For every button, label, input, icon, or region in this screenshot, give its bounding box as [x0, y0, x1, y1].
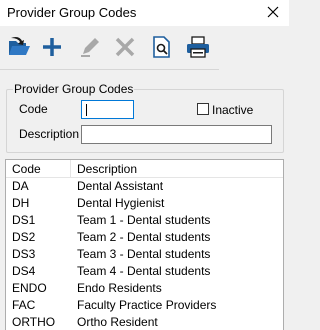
cell-code: DA [12, 179, 29, 193]
cell-code: DS3 [12, 247, 36, 261]
column-header-description[interactable]: Description [77, 162, 137, 176]
delete-icon [115, 37, 135, 57]
toolbar-divider [0, 69, 219, 70]
add-icon [43, 38, 61, 56]
table-row[interactable]: FAC Faculty Practice Providers [6, 296, 283, 313]
groupbox-title: Provider Group Codes [13, 82, 135, 96]
edit-button[interactable] [75, 32, 105, 62]
close-icon [267, 6, 279, 18]
cell-code: FAC [12, 298, 36, 312]
cell-description: Team 3 - Dental students [77, 247, 211, 261]
table-row[interactable]: ENDO Endo Residents [6, 279, 283, 296]
title-bar: Provider Group Codes [0, 0, 289, 26]
inactive-label[interactable]: Inactive [212, 103, 253, 117]
cell-description: Team 1 - Dental students [77, 213, 211, 227]
table-row[interactable]: DH Dental Hygienist [6, 194, 283, 211]
text-caret [86, 104, 87, 116]
cell-code: DH [12, 196, 30, 210]
description-label: Description [19, 127, 80, 141]
add-button[interactable] [37, 32, 67, 62]
cell-description: Ortho Resident [77, 315, 158, 329]
cell-description: Team 2 - Dental students [77, 230, 211, 244]
cell-code: DS4 [12, 264, 36, 278]
cell-code: DS1 [12, 213, 36, 227]
description-input[interactable] [81, 125, 272, 144]
table-row[interactable]: DS3 Team 3 - Dental students [6, 245, 283, 262]
cell-code: ORTHO [12, 315, 56, 329]
column-header-code[interactable]: Code [12, 162, 41, 176]
delete-button[interactable] [110, 32, 140, 62]
table-header: Code Description [6, 160, 283, 178]
cell-description: Dental Assistant [77, 179, 164, 193]
cell-description: Dental Hygienist [77, 196, 165, 210]
table-row[interactable]: ORTHO Ortho Resident [6, 313, 283, 330]
column-divider[interactable] [70, 160, 71, 177]
cell-code: DS2 [12, 230, 36, 244]
close-button[interactable] [262, 2, 284, 22]
table-row[interactable]: DS4 Team 4 - Dental students [6, 262, 283, 279]
print-icon [187, 36, 209, 58]
print-button[interactable] [183, 32, 213, 62]
table-row[interactable]: DS2 Team 2 - Dental students [6, 228, 283, 245]
cell-description: Endo Residents [77, 281, 162, 295]
cell-description: Faculty Practice Providers [77, 298, 217, 312]
table-row[interactable]: DA Dental Assistant [6, 177, 283, 194]
codes-table[interactable]: Code Description DA Dental Assistant DH … [5, 159, 284, 330]
open-button[interactable] [4, 32, 34, 62]
code-label: Code [19, 102, 48, 116]
cell-description: Team 4 - Dental students [77, 264, 211, 278]
preview-button[interactable] [146, 32, 176, 62]
cell-code: ENDO [12, 281, 47, 295]
inactive-checkbox[interactable] [197, 103, 209, 115]
open-icon [9, 37, 30, 55]
code-input[interactable] [81, 100, 134, 119]
edit-icon [81, 38, 99, 57]
table-row[interactable]: DS1 Team 1 - Dental students [6, 211, 283, 228]
window-title: Provider Group Codes [7, 5, 137, 20]
preview-icon [153, 36, 170, 58]
